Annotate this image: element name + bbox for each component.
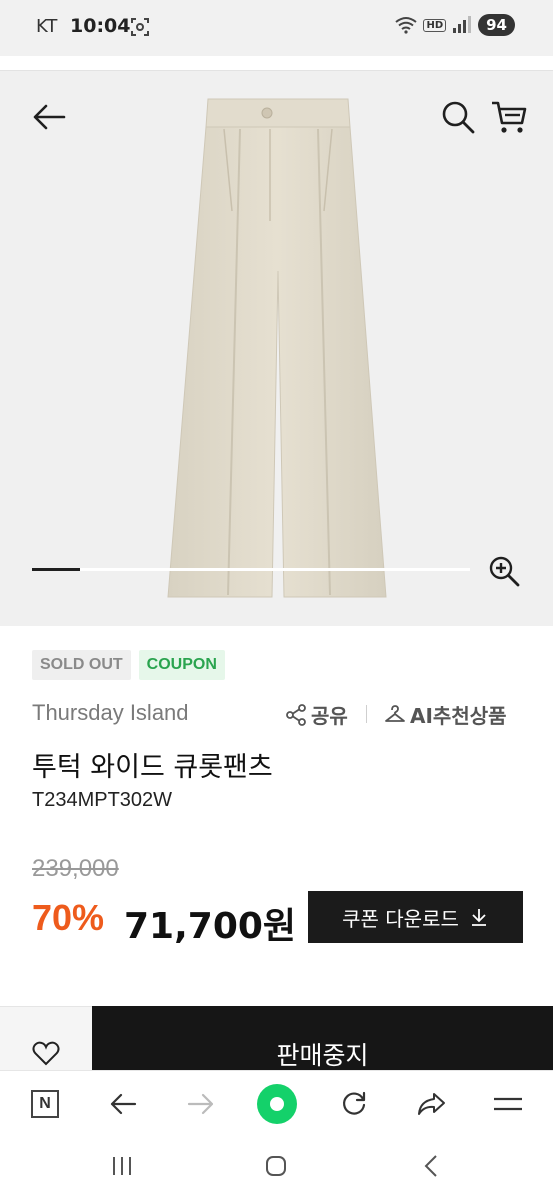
purchase-action-bar: 판매중지 bbox=[0, 1006, 553, 1070]
system-navigation-bar bbox=[0, 1134, 553, 1200]
coupon-badge: COUPON bbox=[138, 650, 225, 680]
forward-icon[interactable] bbox=[184, 1087, 218, 1121]
sale-stopped-button[interactable]: 판매중지 bbox=[92, 1006, 553, 1070]
download-icon bbox=[471, 909, 486, 926]
refresh-icon[interactable] bbox=[337, 1087, 371, 1121]
sold-out-badge: SOLD OUT bbox=[32, 650, 131, 680]
original-price: 239,000 bbox=[32, 855, 119, 882]
battery-indicator: 94 bbox=[478, 14, 515, 36]
coupon-download-button[interactable]: 쿠폰 다운로드 bbox=[308, 891, 523, 943]
image-progress-fill bbox=[32, 568, 81, 571]
back-icon[interactable] bbox=[106, 1087, 140, 1121]
wifi-icon bbox=[395, 17, 418, 34]
back-arrow-icon[interactable] bbox=[30, 97, 70, 137]
ai-recommend-label: AI추천상품 bbox=[410, 704, 507, 728]
coupon-download-label: 쿠폰 다운로드 bbox=[342, 906, 459, 931]
heart-icon bbox=[32, 1041, 60, 1066]
status-icons: HD 94 bbox=[395, 14, 515, 36]
status-bar: KT 10:04 HD 94 bbox=[0, 0, 553, 56]
divider bbox=[366, 705, 367, 723]
share-icon bbox=[286, 703, 306, 726]
share-label: 공유 bbox=[311, 704, 348, 728]
home-icon[interactable] bbox=[256, 1083, 298, 1125]
browser-toolbar: N bbox=[0, 1070, 553, 1134]
sale-price: 71,700원 bbox=[124, 906, 297, 947]
screenshot-icon bbox=[131, 18, 149, 36]
product-image-gallery[interactable] bbox=[0, 71, 553, 626]
zoom-in-icon[interactable] bbox=[488, 555, 520, 587]
wishlist-button[interactable] bbox=[0, 1006, 92, 1070]
search-icon[interactable] bbox=[440, 99, 476, 135]
naver-n-icon[interactable]: N bbox=[28, 1087, 62, 1121]
hd-icon: HD bbox=[423, 18, 447, 32]
browser-url-strip bbox=[0, 56, 553, 71]
carrier-label: KT bbox=[36, 16, 58, 37]
share-button[interactable]: 공유 bbox=[285, 700, 348, 729]
product-name: 투턱 와이드 큐롯팬츠 bbox=[32, 752, 273, 783]
clock: 10:04 bbox=[70, 15, 131, 37]
cart-icon[interactable] bbox=[490, 99, 528, 135]
system-back-icon[interactable] bbox=[420, 1154, 444, 1178]
recent-apps-icon[interactable] bbox=[110, 1154, 134, 1178]
ai-recommend-button[interactable]: AI추천상품 bbox=[384, 700, 507, 729]
home-button-icon[interactable] bbox=[264, 1154, 288, 1178]
hanger-icon bbox=[385, 704, 405, 722]
discount-rate: 70% bbox=[32, 897, 105, 938]
signal-icon bbox=[453, 16, 472, 33]
brand-link[interactable]: Thursday Island bbox=[32, 700, 189, 726]
menu-icon[interactable] bbox=[491, 1087, 525, 1121]
share-page-icon[interactable] bbox=[414, 1087, 448, 1121]
image-progress-bar bbox=[32, 568, 470, 571]
badge-row: SOLD OUT COUPON bbox=[32, 650, 225, 680]
sale-stopped-label: 판매중지 bbox=[276, 1041, 369, 1070]
product-code: T234MPT302W bbox=[32, 789, 173, 811]
product-image bbox=[167, 98, 387, 598]
